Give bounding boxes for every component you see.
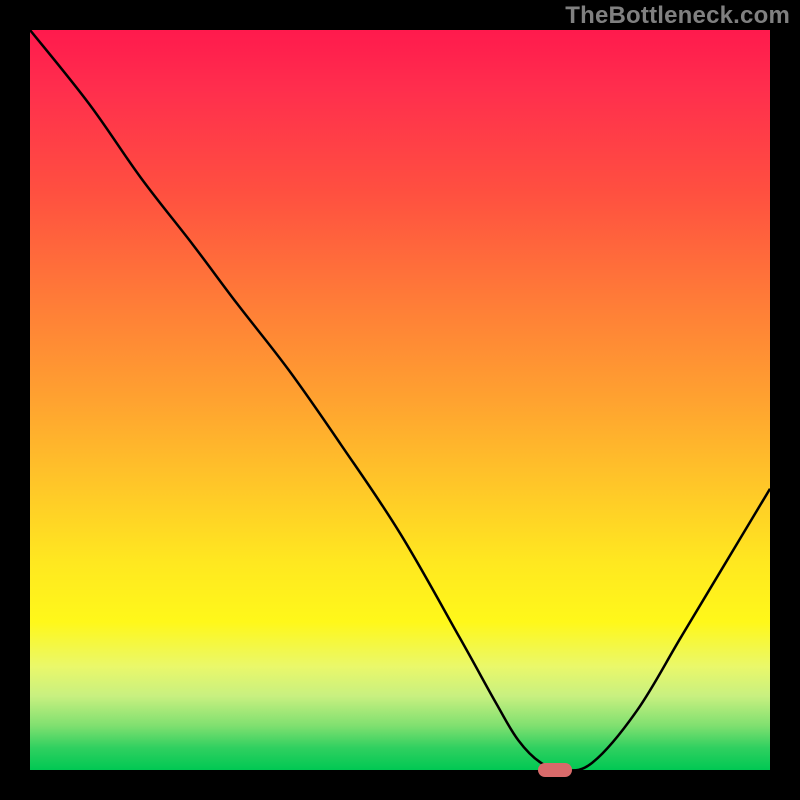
curve-svg [30, 30, 770, 770]
watermark-text: TheBottleneck.com [565, 2, 790, 30]
optimal-marker [538, 763, 572, 777]
plot-area [30, 30, 770, 770]
bottleneck-curve [30, 30, 770, 770]
chart-container: TheBottleneck.com [0, 0, 800, 800]
